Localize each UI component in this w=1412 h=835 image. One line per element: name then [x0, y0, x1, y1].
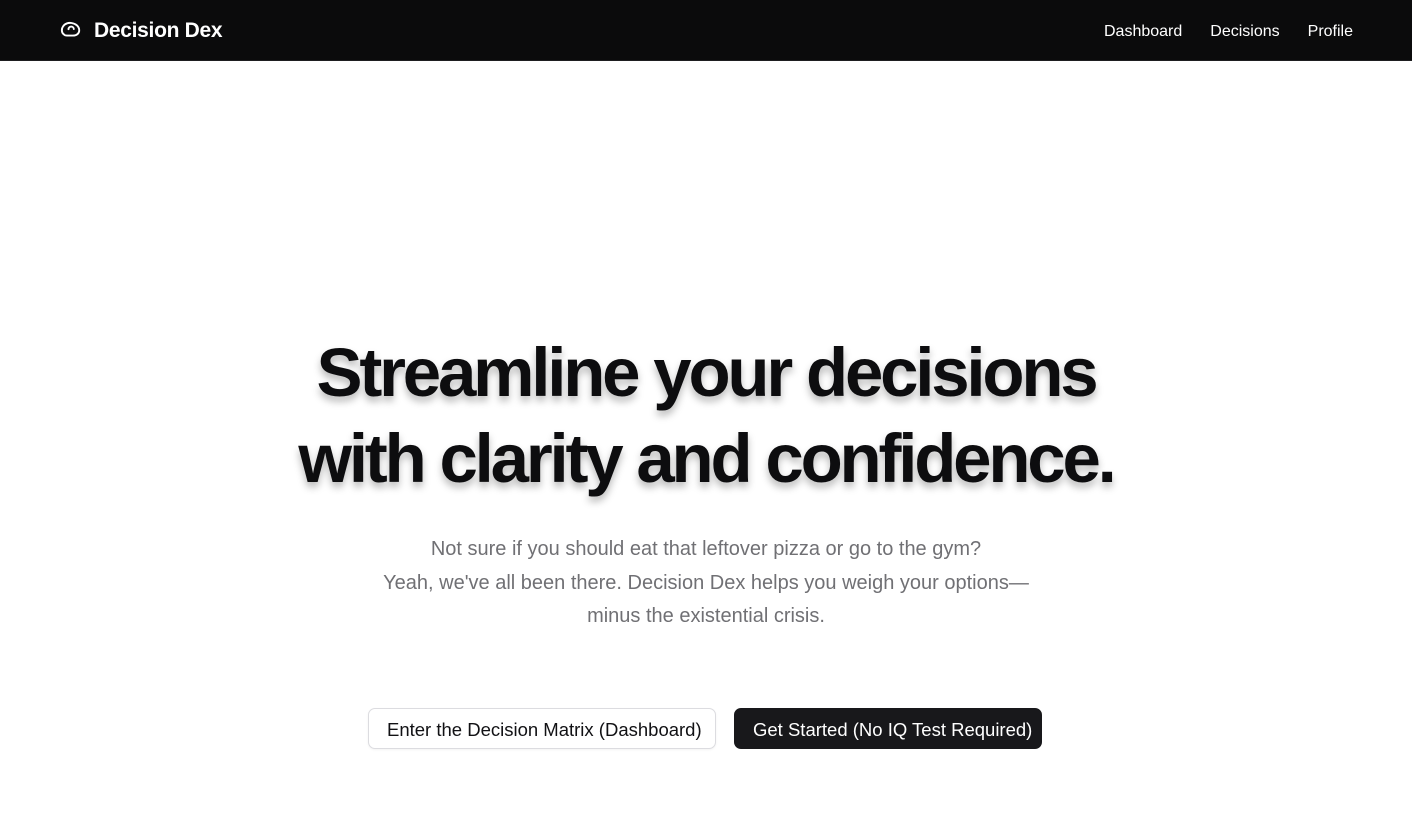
hero-title: Streamline your decisions with clarity a… [0, 330, 1412, 502]
landing-page: Decision Dex Dashboard Decisions Profile… [0, 0, 1412, 835]
hero-subtitle-line-2: Yeah, we've all been there. Decision Dex… [383, 571, 1029, 594]
nav-link-profile[interactable]: Profile [1308, 21, 1353, 43]
hero-title-line-2: with clarity and confidence. [298, 420, 1116, 497]
nav-links: Dashboard Decisions Profile [1104, 21, 1353, 43]
get-started-button[interactable]: Get Started (No IQ Test Required) [734, 708, 1042, 749]
hero-subtitle-line-1: Not sure if you should eat that leftover… [430, 538, 982, 560]
hero-title-line-1: Streamline your decisions [316, 334, 1099, 411]
hero-section: Streamline your decisions with clarity a… [0, 330, 1412, 502]
brain-bubble-icon [60, 20, 82, 42]
top-navbar: Decision Dex Dashboard Decisions Profile [0, 0, 1412, 61]
dashboard-button[interactable]: Enter the Decision Matrix (Dashboard) [368, 708, 716, 749]
brand-name: Decision Dex [94, 19, 223, 42]
cta-buttons: Enter the Decision Matrix (Dashboard) Ge… [0, 708, 1412, 749]
brand-logo-link[interactable]: Decision Dex [60, 18, 223, 44]
nav-link-decisions[interactable]: Decisions [1210, 21, 1279, 43]
nav-link-dashboard[interactable]: Dashboard [1104, 21, 1182, 43]
hero-subtitle-line-3: minus the existential crisis. [587, 605, 825, 627]
hero-subtitle: Not sure if you should eat that leftover… [0, 533, 1412, 634]
